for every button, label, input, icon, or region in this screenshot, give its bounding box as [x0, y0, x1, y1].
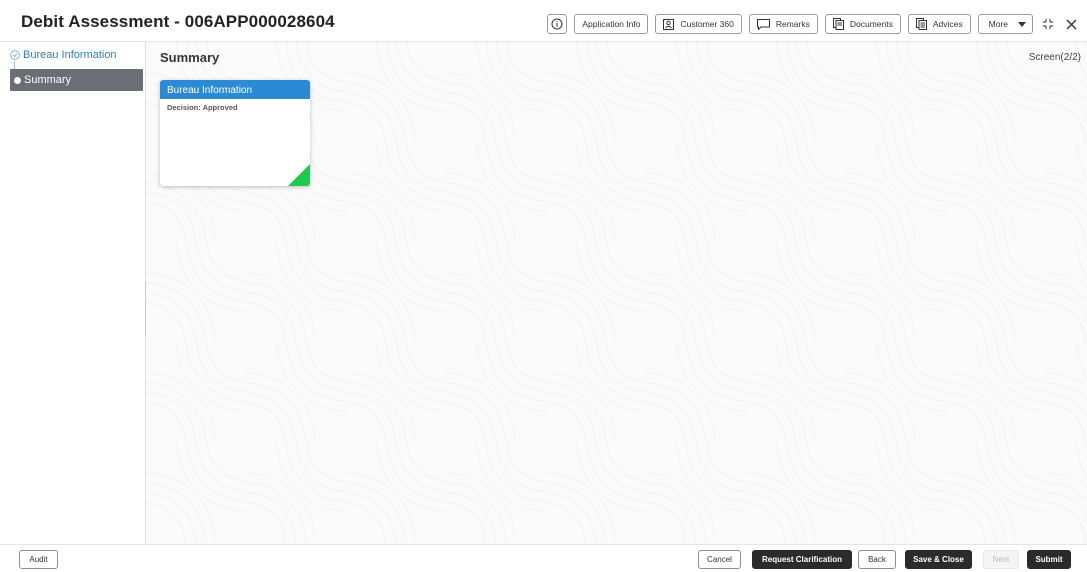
documents-icon	[832, 18, 844, 30]
section-title: Summary	[160, 50, 220, 65]
audit-button[interactable]: Audit	[19, 550, 58, 569]
screen-counter: Screen(2/2)	[1028, 52, 1081, 63]
summary-card-bureau-information[interactable]: Bureau Information Decision: Approved	[160, 80, 310, 186]
page-title: Debit Assessment - 006APP000028604	[21, 12, 335, 31]
advices-icon	[915, 18, 927, 30]
more-dropdown[interactable]: More	[977, 14, 1033, 34]
card-decision: Decision: Approved	[167, 103, 238, 112]
card-title: Bureau Information	[160, 80, 310, 99]
header-toolbar: Application Info Customer 360 Remarks Do…	[547, 14, 1079, 34]
collapse-button[interactable]	[1040, 14, 1056, 34]
check-circle-icon	[10, 50, 20, 60]
step-label: Summary	[24, 74, 72, 86]
customer-icon	[663, 18, 675, 30]
back-button[interactable]: Back	[858, 550, 896, 569]
cancel-button[interactable]: Cancel	[698, 550, 741, 569]
page-header: Debit Assessment - 006APP000028604 Appli…	[0, 0, 1087, 42]
status-indicator	[288, 164, 310, 186]
main-content: Summary Screen(2/2) Bureau Information D…	[146, 42, 1087, 544]
caret-down-icon	[1018, 21, 1026, 27]
submit-button[interactable]: Submit	[1027, 550, 1071, 569]
close-icon	[1066, 19, 1076, 29]
step-summary[interactable]: Summary	[10, 69, 143, 91]
next-button[interactable]: Next	[983, 550, 1019, 569]
advices-label: Advices	[932, 19, 963, 29]
more-label: More	[988, 19, 1008, 29]
advices-button[interactable]: Advices	[907, 14, 971, 34]
page-footer: Audit Cancel Request Clarification Back …	[0, 544, 1087, 572]
active-step-dot-icon	[14, 76, 21, 84]
application-info-label: Application Info	[582, 19, 641, 29]
close-button[interactable]	[1063, 14, 1079, 34]
step-bureau-information[interactable]: Bureau Information	[10, 44, 117, 66]
documents-label: Documents	[849, 19, 893, 29]
request-clarification-button[interactable]: Request Clarification	[752, 550, 852, 569]
info-icon	[551, 18, 563, 30]
customer-360-button[interactable]: Customer 360	[655, 14, 742, 34]
step-label: Bureau Information	[23, 49, 117, 61]
remarks-button[interactable]: Remarks	[748, 14, 818, 34]
customer-360-label: Customer 360	[680, 19, 734, 29]
documents-button[interactable]: Documents	[824, 14, 901, 34]
save-close-button[interactable]: Save & Close	[905, 550, 972, 569]
remarks-label: Remarks	[775, 19, 810, 29]
application-info-button[interactable]: Application Info	[574, 14, 649, 34]
info-button[interactable]	[547, 14, 568, 34]
step-navigation: Bureau Information Summary	[0, 42, 146, 544]
collapse-icon	[1043, 19, 1053, 29]
comment-icon	[756, 18, 770, 30]
